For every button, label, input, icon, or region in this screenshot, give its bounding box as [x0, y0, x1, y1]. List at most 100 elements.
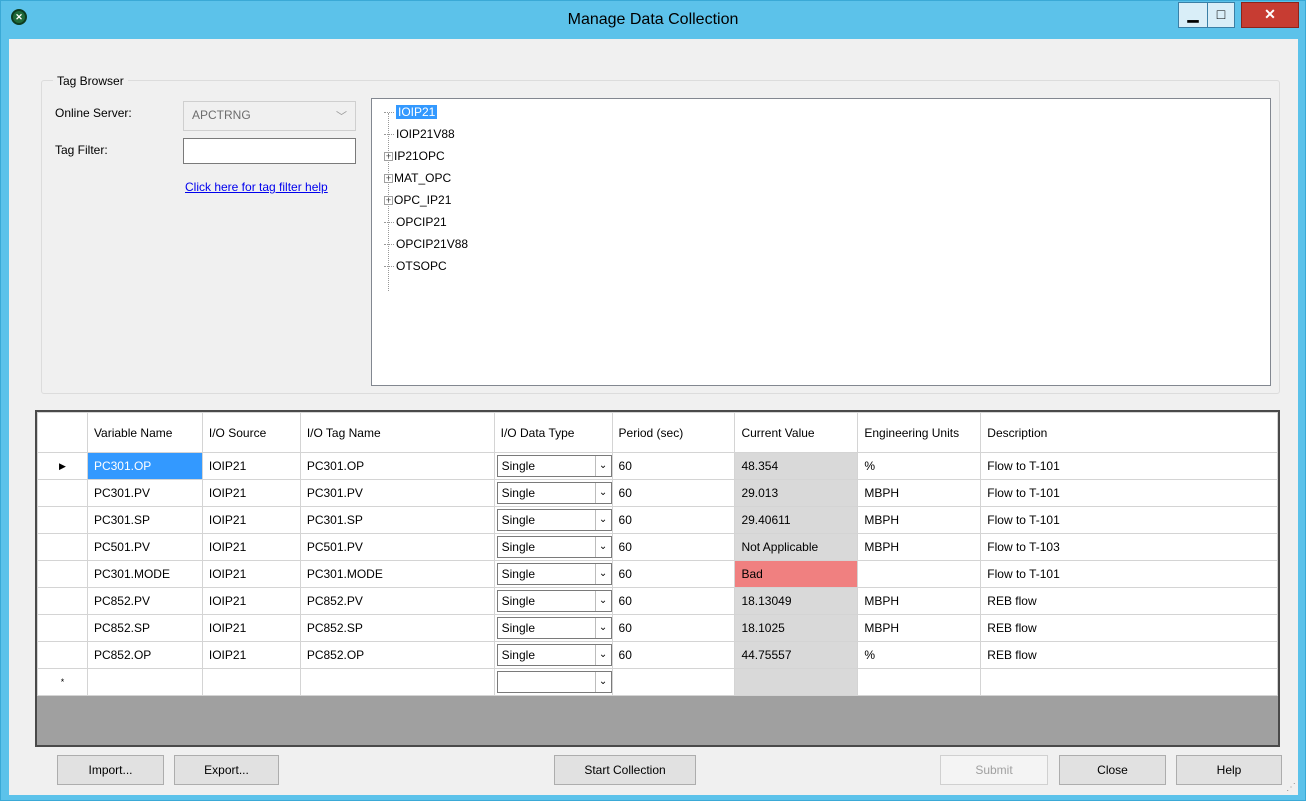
cell-engineering-units[interactable]: %: [857, 641, 982, 669]
cell-period[interactable]: 60: [611, 641, 736, 669]
row-header[interactable]: [37, 614, 88, 642]
cell-variable-name[interactable]: PC501.PV: [86, 533, 203, 561]
chevron-down-icon[interactable]: ⌄: [594, 537, 611, 557]
new-row-cell[interactable]: [980, 668, 1278, 696]
cell-period[interactable]: 60: [611, 560, 736, 588]
cell-description[interactable]: Flow to T-101: [980, 452, 1278, 480]
cell-io-tag-name[interactable]: PC301.OP: [299, 452, 495, 480]
data-type-dropdown[interactable]: ⌄: [496, 671, 612, 693]
table-row[interactable]: PC301.PV IOIP21 PC301.PV Single ⌄ 60 29.013 MBP…: [37, 479, 1278, 507]
cell-io-data-type[interactable]: Single ⌄: [493, 641, 613, 669]
data-type-dropdown[interactable]: Single ⌄: [496, 536, 612, 558]
cell-io-tag-name[interactable]: PC301.PV: [299, 479, 495, 507]
cell-io-data-type[interactable]: Single ⌄: [493, 533, 613, 561]
cell-period[interactable]: 60: [611, 452, 736, 480]
cell-engineering-units[interactable]: MBPH: [857, 479, 982, 507]
cell-io-source[interactable]: IOIP21: [201, 452, 301, 480]
row-header[interactable]: ▶: [37, 452, 88, 480]
tree-node[interactable]: + IP21OPC: [384, 147, 445, 165]
cell-io-source[interactable]: IOIP21: [201, 479, 301, 507]
col-period[interactable]: Period (sec): [611, 412, 736, 453]
cell-description[interactable]: Flow to T-103: [980, 533, 1278, 561]
table-row[interactable]: PC852.OP IOIP21 PC852.OP Single ⌄ 60 44.75557%…: [37, 641, 1278, 669]
cell-variable-name[interactable]: PC852.PV: [86, 587, 203, 615]
tree-node[interactable]: IOIP21: [384, 103, 438, 121]
new-row-cell[interactable]: [201, 668, 301, 696]
col-description[interactable]: Description: [980, 412, 1278, 453]
cell-io-data-type[interactable]: Single ⌄: [493, 506, 613, 534]
row-header[interactable]: [37, 506, 88, 534]
cell-io-tag-name[interactable]: PC501.PV: [299, 533, 495, 561]
col-variable-name[interactable]: Variable Name: [86, 412, 203, 453]
cell-engineering-units[interactable]: %: [857, 452, 982, 480]
new-row-marker[interactable]: *: [37, 668, 88, 696]
table-row[interactable]: PC301.MODE IOIP21 PC301.MODE Single ⌄ 60 Bad Fl…: [37, 560, 1278, 588]
cell-variable-name[interactable]: PC852.OP: [86, 641, 203, 669]
cell-io-tag-name[interactable]: PC301.SP: [299, 506, 495, 534]
cell-period[interactable]: 60: [611, 533, 736, 561]
table-row[interactable]: PC301.SP IOIP21 PC301.SP Single ⌄ 60 29.40611 M…: [37, 506, 1278, 534]
cell-io-source[interactable]: IOIP21: [201, 587, 301, 615]
cell-io-tag-name[interactable]: PC301.MODE: [299, 560, 495, 588]
cell-description[interactable]: REB flow: [980, 641, 1278, 669]
cell-description[interactable]: Flow to T-101: [980, 506, 1278, 534]
tree-node[interactable]: OPCIP21V88: [384, 235, 468, 253]
expand-plus-icon[interactable]: +: [384, 174, 393, 184]
cell-io-data-type[interactable]: Single ⌄: [493, 560, 613, 588]
cell-variable-name[interactable]: PC301.OP: [86, 452, 203, 480]
col-io-data-type[interactable]: I/O Data Type: [493, 412, 613, 453]
data-collection-grid[interactable]: Variable Name I/O Source I/O Tag Name I/…: [35, 410, 1280, 747]
row-header[interactable]: [37, 533, 88, 561]
tree-node[interactable]: IOIP21V88: [384, 125, 455, 143]
row-header[interactable]: [37, 479, 88, 507]
title-bar[interactable]: ✕ Manage Data Collection ▁ □ ✕: [1, 1, 1305, 39]
tree-node[interactable]: + OPC_IP21: [384, 191, 451, 209]
data-type-dropdown[interactable]: Single ⌄: [496, 455, 612, 477]
start-collection-button[interactable]: Start Collection: [554, 755, 696, 785]
minimize-button[interactable]: ▁: [1178, 2, 1208, 28]
cell-io-source[interactable]: IOIP21: [201, 560, 301, 588]
chevron-down-icon[interactable]: ⌄: [594, 483, 611, 503]
cell-engineering-units[interactable]: MBPH: [857, 533, 982, 561]
cell-description[interactable]: Flow to T-101: [980, 479, 1278, 507]
table-row[interactable]: PC852.PV IOIP21 PC852.PV Single ⌄ 60 18.13049 M…: [37, 587, 1278, 615]
new-row[interactable]: * ⌄: [37, 668, 1278, 696]
cell-variable-name[interactable]: PC301.MODE: [86, 560, 203, 588]
tree-node[interactable]: OTSOPC: [384, 257, 447, 275]
cell-variable-name[interactable]: PC301.PV: [86, 479, 203, 507]
cell-description[interactable]: REB flow: [980, 587, 1278, 615]
close-window-button[interactable]: ✕: [1241, 2, 1299, 28]
export-button[interactable]: Export...: [174, 755, 279, 785]
server-tree[interactable]: IOIP21 IOIP21V88 + IP21OPC + MAT_OPC + OPC_IP21…: [371, 98, 1271, 386]
chevron-down-icon[interactable]: ⌄: [594, 618, 611, 638]
tree-node[interactable]: OPCIP21: [384, 213, 447, 231]
resize-grip-icon[interactable]: ⋰: [1286, 782, 1296, 793]
maximize-button[interactable]: □: [1207, 2, 1235, 28]
cell-period[interactable]: 60: [611, 479, 736, 507]
col-current-value[interactable]: Current Value: [734, 412, 859, 453]
table-row[interactable]: ▶ PC301.OP IOIP21 PC301.OP Single ⌄ 60 48.354% F…: [37, 452, 1278, 480]
cell-engineering-units[interactable]: [857, 560, 982, 588]
cell-engineering-units[interactable]: MBPH: [857, 614, 982, 642]
tag-filter-input[interactable]: [183, 138, 356, 164]
data-type-dropdown[interactable]: Single ⌄: [496, 644, 612, 666]
cell-io-source[interactable]: IOIP21: [201, 641, 301, 669]
submit-button[interactable]: Submit: [940, 755, 1048, 785]
new-row-cell[interactable]: [611, 668, 736, 696]
cell-io-data-type[interactable]: Single ⌄: [493, 452, 613, 480]
cell-io-tag-name[interactable]: PC852.SP: [299, 614, 495, 642]
cell-description[interactable]: Flow to T-101: [980, 560, 1278, 588]
cell-period[interactable]: 60: [611, 614, 736, 642]
new-row-cell[interactable]: [857, 668, 982, 696]
import-button[interactable]: Import...: [57, 755, 164, 785]
new-row-cell[interactable]: [86, 668, 203, 696]
chevron-down-icon[interactable]: ⌄: [594, 564, 611, 584]
row-header[interactable]: [37, 560, 88, 588]
cell-variable-name[interactable]: PC852.SP: [86, 614, 203, 642]
cell-io-source[interactable]: IOIP21: [201, 614, 301, 642]
cell-io-tag-name[interactable]: PC852.OP: [299, 641, 495, 669]
cell-period[interactable]: 60: [611, 587, 736, 615]
data-type-dropdown[interactable]: Single ⌄: [496, 509, 612, 531]
cell-description[interactable]: REB flow: [980, 614, 1278, 642]
cell-io-source[interactable]: IOIP21: [201, 533, 301, 561]
